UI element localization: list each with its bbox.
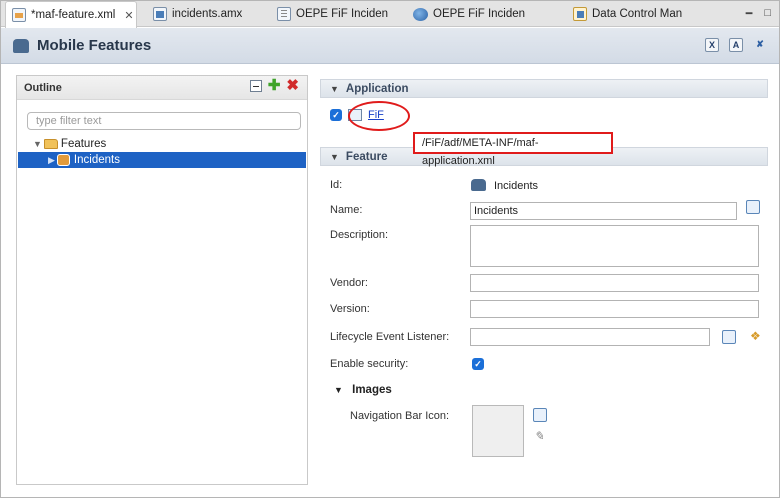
tab-data-control-manager[interactable]: Data Control Man (567, 1, 697, 27)
feature-icon (56, 154, 70, 166)
feature-id-icon (471, 179, 486, 191)
tree-item-label: Incidents (73, 154, 120, 166)
id-label: Id: (330, 179, 343, 191)
maximize-icon[interactable]: □ (764, 7, 771, 20)
section-expand-icon: ▼ (330, 151, 339, 162)
folder-icon (43, 139, 58, 149)
tab-oepe-fif-2[interactable]: OEPE FiF Inciden (407, 1, 529, 27)
section-title: Application (345, 82, 409, 95)
add-icon[interactable]: ✚ (268, 78, 281, 93)
section-title: Images (352, 384, 392, 396)
application-checkbox[interactable]: ✓ (330, 109, 342, 121)
tab-label: OEPE FiF Inciden (296, 8, 389, 20)
window-controls: ━ □ (746, 7, 771, 20)
browse-image-icon[interactable] (533, 408, 547, 422)
data-control-icon (573, 7, 587, 21)
section-title: Feature (345, 150, 388, 163)
images-section-header[interactable]: ▼ Images (334, 384, 392, 396)
section-expand-icon: ▼ (334, 385, 343, 395)
id-value: Incidents (471, 179, 538, 192)
mobile-feature-icon (13, 38, 29, 53)
source-view-icon[interactable]: X (705, 38, 719, 52)
collapsed-arrow-icon[interactable]: ▶ (48, 155, 55, 166)
lifecycle-label: Lifecycle Event Listener: (330, 331, 450, 343)
tab-label: OEPE FiF Inciden (433, 8, 526, 20)
security-label: Enable security: (330, 358, 409, 370)
header-toolbar: X A ✘ (705, 38, 767, 52)
description-label: Description: (330, 229, 389, 241)
application-section-header[interactable]: ▼ Application (320, 79, 768, 98)
security-checkbox[interactable]: ✓ (472, 358, 484, 370)
lifecycle-field[interactable] (470, 328, 710, 346)
tree-item-features[interactable]: ▼ Features (33, 136, 106, 152)
expand-arrow-icon[interactable]: ▼ (33, 139, 42, 149)
highlight-circle (348, 101, 410, 131)
tree-item-incidents[interactable]: ▶ Incidents (18, 152, 306, 168)
version-label: Version: (330, 303, 370, 315)
editor-header: Mobile Features X A ✘ (1, 28, 779, 64)
description-field[interactable] (470, 225, 759, 267)
refresh-icon[interactable]: ✘ (753, 38, 767, 52)
editor-tab-strip: *maf-feature.xml ✕ incidents.amx OEPE Fi… (1, 1, 779, 28)
vendor-field[interactable] (470, 274, 759, 292)
section-expand-icon: ▼ (330, 83, 339, 94)
nav-bar-icon-label: Navigation Bar Icon: (350, 410, 450, 422)
nav-bar-icon-preview[interactable] (472, 405, 524, 457)
name-field[interactable]: Incidents (470, 202, 737, 220)
amx-file-icon (153, 7, 167, 21)
close-icon[interactable]: ✕ (124, 9, 133, 22)
translate-icon[interactable] (746, 200, 760, 214)
add-listener-icon[interactable]: ❖ (750, 329, 764, 343)
outline-title: Outline (24, 81, 62, 94)
outline-panel: Outline ✚ ✖ type filter text ▼ Features … (16, 75, 308, 485)
path-tooltip: /FiF/adf/META-INF/maf-application.xml (413, 132, 613, 167)
tab-maf-feature[interactable]: *maf-feature.xml ✕ (5, 1, 137, 28)
collapse-all-icon[interactable] (249, 80, 262, 92)
tab-label: *maf-feature.xml (31, 9, 116, 21)
globe-icon (413, 7, 428, 21)
version-field[interactable] (470, 300, 759, 318)
delete-icon[interactable]: ✖ (286, 78, 299, 93)
document-icon (277, 7, 291, 21)
name-label: Name: (330, 204, 363, 216)
tab-oepe-fif-1[interactable]: OEPE FiF Inciden (271, 1, 393, 27)
minimize-icon[interactable]: ━ (746, 7, 753, 20)
tab-incidents-amx[interactable]: incidents.amx (147, 1, 259, 27)
overview-icon[interactable]: A (729, 38, 743, 52)
editor-window: *maf-feature.xml ✕ incidents.amx OEPE Fi… (0, 0, 780, 498)
browse-icon[interactable] (722, 330, 736, 344)
filter-input[interactable]: type filter text (27, 112, 301, 130)
page-title: Mobile Features (37, 37, 152, 54)
tab-label: Data Control Man (592, 8, 683, 20)
tab-label: incidents.amx (172, 8, 243, 20)
outline-header: Outline ✚ ✖ (17, 76, 307, 100)
id-text: Incidents (494, 180, 539, 192)
tree-item-label: Features (60, 138, 107, 150)
xml-file-icon (12, 8, 26, 22)
vendor-label: Vendor: (330, 277, 368, 289)
outline-toolbar: ✚ ✖ (249, 78, 299, 93)
edit-pencil-icon[interactable]: ✎ (534, 429, 548, 443)
